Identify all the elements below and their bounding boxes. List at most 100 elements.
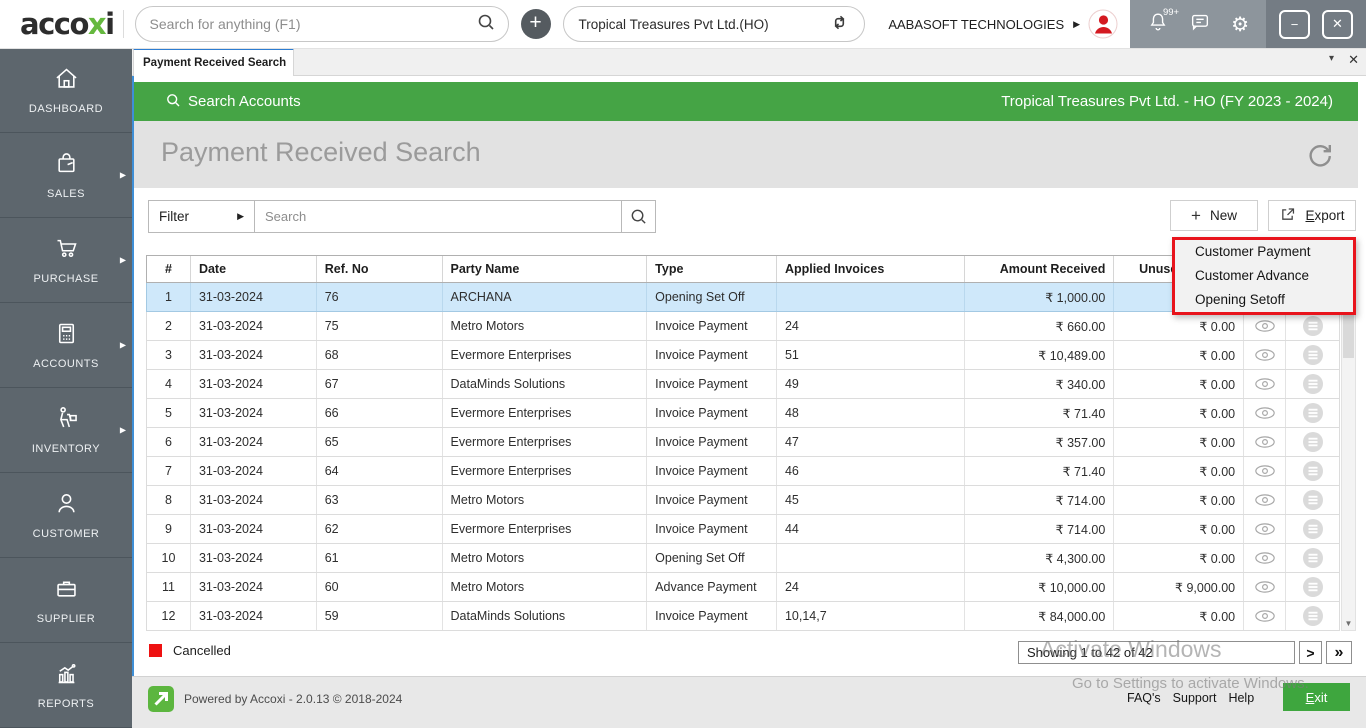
global-search-input[interactable] xyxy=(148,15,476,33)
minimize-button[interactable]: − xyxy=(1279,10,1310,39)
table-row[interactable]: 931-03-202462Evermore EnterprisesInvoice… xyxy=(146,515,1340,544)
row-menu-icon[interactable] xyxy=(1286,399,1339,427)
sidebar-item-customer[interactable]: CUSTOMER xyxy=(0,473,132,558)
table-body: 131-03-202476ARCHANAOpening Set Off₹ 1,0… xyxy=(146,283,1340,631)
column-header[interactable]: Amount Received xyxy=(965,256,1115,282)
view-payment-icon[interactable] xyxy=(1244,544,1286,572)
table-row[interactable]: 131-03-202476ARCHANAOpening Set Off₹ 1,0… xyxy=(146,283,1340,312)
view-payment-icon[interactable] xyxy=(1244,515,1286,543)
filter-dropdown[interactable]: Filter ▶ xyxy=(148,200,255,233)
refresh-icon[interactable] xyxy=(1303,138,1336,176)
table-row[interactable]: 231-03-202475Metro MotorsInvoice Payment… xyxy=(146,312,1340,341)
footer-link-help[interactable]: Help xyxy=(1228,691,1254,705)
sidebar-item-label: DASHBOARD xyxy=(29,103,103,115)
messages-icon[interactable] xyxy=(1189,11,1211,38)
pagination-status: Showing 1 to 42 of 42 xyxy=(1018,641,1295,664)
sidebar-item-purchase[interactable]: PURCHASE▶ xyxy=(0,218,132,303)
switch-company-icon[interactable] xyxy=(830,13,849,35)
list-search-button[interactable] xyxy=(622,200,656,233)
scroll-down-icon[interactable]: ▼ xyxy=(1342,619,1355,628)
row-menu-icon[interactable] xyxy=(1286,602,1339,630)
table-row[interactable]: 1131-03-202460Metro MotorsAdvance Paymen… xyxy=(146,573,1340,602)
row-menu-icon[interactable] xyxy=(1286,312,1339,340)
menu-item-opening-setoff[interactable]: Opening Setoff xyxy=(1175,288,1353,312)
column-header[interactable]: Applied Invoices xyxy=(777,256,965,282)
chevron-right-icon: ▶ xyxy=(120,171,126,180)
table-row[interactable]: 1231-03-202459DataMinds SolutionsInvoice… xyxy=(146,602,1340,631)
cell-idx: 1 xyxy=(147,283,191,311)
exit-button[interactable]: Exit xyxy=(1283,683,1350,711)
menu-item-customer-advance[interactable]: Customer Advance xyxy=(1175,264,1353,288)
settings-gear-icon[interactable]: ⚙ xyxy=(1231,12,1249,37)
notifications-bell-icon[interactable]: 99+ xyxy=(1147,11,1169,38)
tab-payment-received-search[interactable]: Payment Received Search xyxy=(133,48,294,76)
row-menu-icon[interactable] xyxy=(1286,428,1339,456)
sidebar-item-sales[interactable]: SALES▶ xyxy=(0,133,132,218)
new-button[interactable]: + New xyxy=(1170,200,1258,231)
column-header[interactable]: Type xyxy=(647,256,777,282)
view-payment-icon[interactable] xyxy=(1244,370,1286,398)
cell-amount: ₹ 357.00 xyxy=(965,428,1115,456)
table-row[interactable]: 531-03-202466Evermore EnterprisesInvoice… xyxy=(146,399,1340,428)
view-payment-icon[interactable] xyxy=(1244,602,1286,630)
cell-unused: ₹ 0.00 xyxy=(1114,341,1244,369)
view-payment-icon[interactable] xyxy=(1244,428,1286,456)
view-payment-icon[interactable] xyxy=(1244,399,1286,427)
row-menu-icon[interactable] xyxy=(1286,457,1339,485)
quick-add-button[interactable]: + xyxy=(521,9,551,39)
pagination-next-button[interactable]: > xyxy=(1299,641,1322,664)
table-row[interactable]: 731-03-202464Evermore EnterprisesInvoice… xyxy=(146,457,1340,486)
view-payment-icon[interactable] xyxy=(1244,573,1286,601)
cell-unused: ₹ 0.00 xyxy=(1114,370,1244,398)
organization-menu[interactable]: AABASOFT TECHNOLOGIES ▶ xyxy=(888,9,1130,39)
cell-applied: 45 xyxy=(777,486,965,514)
column-header[interactable]: Ref. No xyxy=(317,256,443,282)
row-menu-icon[interactable] xyxy=(1286,341,1339,369)
row-menu-icon[interactable] xyxy=(1286,573,1339,601)
banner-title: Search Accounts xyxy=(188,93,301,110)
export-button[interactable]: Export xyxy=(1268,200,1356,231)
view-payment-icon[interactable] xyxy=(1244,312,1286,340)
column-header[interactable]: Date xyxy=(191,256,317,282)
view-payment-icon[interactable] xyxy=(1244,457,1286,485)
sidebar-item-accounts[interactable]: ACCOUNTS▶ xyxy=(0,303,132,388)
user-avatar[interactable] xyxy=(1088,9,1118,39)
view-payment-icon[interactable] xyxy=(1244,486,1286,514)
table-row[interactable]: 831-03-202463Metro MotorsInvoice Payment… xyxy=(146,486,1340,515)
pagination-last-button[interactable]: » xyxy=(1326,641,1352,664)
table-row[interactable]: 631-03-202465Evermore EnterprisesInvoice… xyxy=(146,428,1340,457)
row-menu-icon[interactable] xyxy=(1286,370,1339,398)
tab-strip: Payment Received Search ▾ ✕ xyxy=(132,48,1366,76)
cell-idx: 3 xyxy=(147,341,191,369)
footer-link-support[interactable]: Support xyxy=(1173,691,1217,705)
list-search-input[interactable] xyxy=(255,209,621,224)
table-row[interactable]: 431-03-202467DataMinds SolutionsInvoice … xyxy=(146,370,1340,399)
sidebar-item-reports[interactable]: REPORTS xyxy=(0,643,132,728)
menu-item-customer-payment[interactable]: Customer Payment xyxy=(1175,240,1353,264)
table-row[interactable]: 331-03-202468Evermore EnterprisesInvoice… xyxy=(146,341,1340,370)
company-selector[interactable]: Tropical Treasures Pvt Ltd.(HO) xyxy=(563,6,865,42)
sidebar-item-inventory[interactable]: INVENTORY▶ xyxy=(0,388,132,473)
tab-list-caret-icon[interactable]: ▾ xyxy=(1329,53,1334,64)
inventory-trolley-icon xyxy=(53,405,80,437)
column-header[interactable]: # xyxy=(147,256,191,282)
close-button[interactable]: ✕ xyxy=(1322,10,1353,39)
cell-party: Metro Motors xyxy=(443,312,648,340)
table-row[interactable]: 1031-03-202461Metro MotorsOpening Set Of… xyxy=(146,544,1340,573)
search-icon[interactable] xyxy=(476,12,496,37)
accounts-calculator-icon xyxy=(53,320,80,352)
cell-date: 31-03-2024 xyxy=(191,370,317,398)
sidebar-item-dashboard[interactable]: DASHBOARD xyxy=(0,48,132,133)
row-menu-icon[interactable] xyxy=(1286,515,1339,543)
banner-search-icon xyxy=(165,92,181,112)
footer-link-faqs[interactable]: FAQ's xyxy=(1127,691,1161,705)
view-payment-icon[interactable] xyxy=(1244,341,1286,369)
row-menu-icon[interactable] xyxy=(1286,544,1339,572)
sidebar-item-supplier[interactable]: SUPPLIER xyxy=(0,558,132,643)
column-header[interactable]: Party Name xyxy=(443,256,648,282)
tab-close-icon[interactable]: ✕ xyxy=(1348,52,1359,68)
cell-ref_no: 65 xyxy=(317,428,443,456)
row-menu-icon[interactable] xyxy=(1286,486,1339,514)
cell-unused: ₹ 0.00 xyxy=(1114,515,1244,543)
cell-type: Invoice Payment xyxy=(647,457,777,485)
